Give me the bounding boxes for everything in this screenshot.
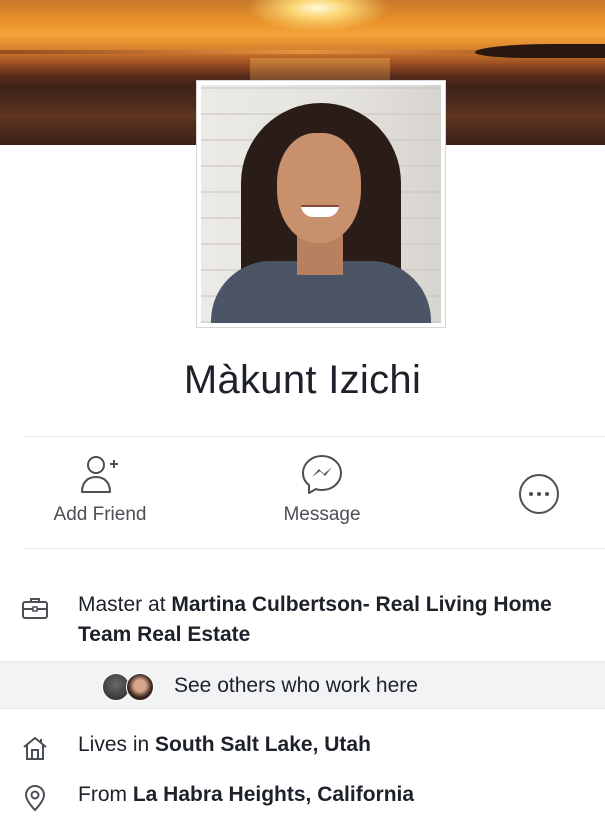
lives-in-row: Lives in South Salt Lake, Utah bbox=[0, 730, 605, 762]
from-row: From La Habra Heights, California bbox=[0, 780, 605, 812]
add-friend-icon bbox=[81, 456, 118, 493]
work-prefix: Master at bbox=[78, 593, 172, 616]
briefcase-icon bbox=[22, 598, 48, 619]
avatar bbox=[126, 673, 154, 701]
divider bbox=[24, 436, 605, 437]
profile-page: Màkunt Izichi Add Friend Message Master … bbox=[0, 0, 605, 833]
work-info-row: Master at Martina Culbertson- Real Livin… bbox=[0, 590, 605, 652]
add-friend-button[interactable]: Add Friend bbox=[40, 452, 160, 526]
messenger-icon bbox=[302, 455, 342, 494]
see-coworkers-button[interactable]: See others who work here bbox=[0, 661, 605, 709]
lives-prefix: Lives in bbox=[78, 733, 156, 756]
see-coworkers-label: See others who work here bbox=[174, 674, 418, 697]
coworker-avatars bbox=[102, 673, 164, 701]
location-pin-icon bbox=[25, 785, 45, 811]
message-label: Message bbox=[283, 504, 361, 525]
hometown-link[interactable]: La Habra Heights, California bbox=[133, 783, 414, 806]
more-icon bbox=[519, 474, 559, 514]
divider bbox=[24, 548, 605, 549]
profile-photo bbox=[201, 85, 441, 323]
profile-picture[interactable] bbox=[196, 80, 446, 328]
message-button[interactable]: Message bbox=[262, 452, 382, 526]
current-city-link[interactable]: South Salt Lake, Utah bbox=[155, 733, 371, 756]
more-options-button[interactable] bbox=[516, 472, 562, 524]
from-prefix: From bbox=[78, 783, 133, 806]
home-icon bbox=[23, 737, 47, 760]
profile-name: Màkunt Izichi bbox=[183, 358, 422, 402]
add-friend-label: Add Friend bbox=[53, 504, 147, 525]
